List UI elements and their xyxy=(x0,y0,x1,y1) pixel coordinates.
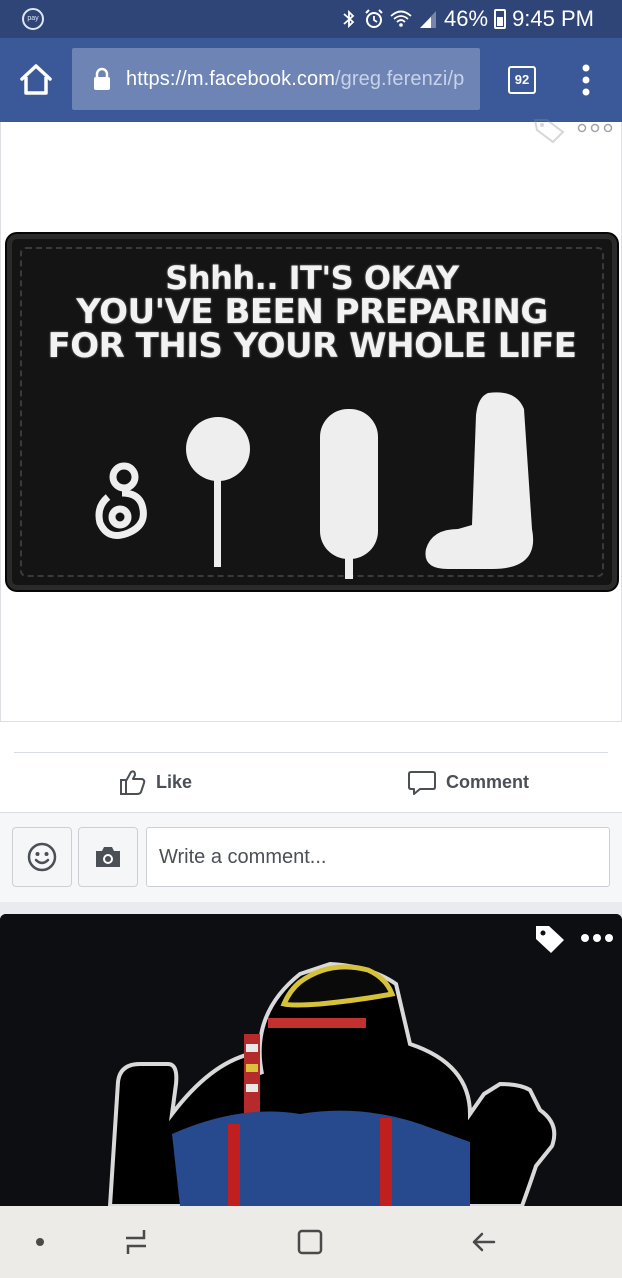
post-card: Shhh.. IT'S OKAY YOU'VE BEEN PREPARING F… xyxy=(0,119,622,812)
address-bar[interactable]: https://m.facebook.com/greg.ferenzi/p xyxy=(72,48,480,110)
post-card-2[interactable] xyxy=(0,914,622,1206)
patch-line-2: YOU'VE BEEN PREPARING xyxy=(76,292,548,332)
back-arrow-icon[interactable] xyxy=(466,1224,502,1260)
url-host: https://m.facebook.com xyxy=(126,67,335,90)
camera-icon xyxy=(96,847,120,867)
navigation-bar xyxy=(0,1206,622,1278)
horizontal-dots-icon[interactable] xyxy=(580,932,614,944)
recent-apps-icon[interactable] xyxy=(118,1224,154,1260)
home-button-icon[interactable] xyxy=(292,1224,328,1260)
home-icon[interactable] xyxy=(16,60,56,100)
url-path: /greg.ferenzi/p xyxy=(334,67,465,90)
tag-icon[interactable] xyxy=(534,924,566,954)
smiley-icon xyxy=(27,842,57,872)
pacifier-shape xyxy=(95,462,147,539)
tag-icon[interactable] xyxy=(533,116,565,144)
patch-line-3: FOR THIS YOUR WHOLE LIFE xyxy=(47,326,577,366)
like-button[interactable]: Like xyxy=(118,762,192,802)
bluetooth-icon xyxy=(343,9,355,29)
screen: pay 46% 9:45 PM https://m.facebook.com/g… xyxy=(0,0,622,1278)
camera-button[interactable] xyxy=(78,827,138,887)
clock: 9:45 PM xyxy=(512,6,594,31)
like-label: Like xyxy=(156,771,193,792)
url-text: https://m.facebook.com/greg.ferenzi/p xyxy=(126,68,464,91)
comment-label: Comment xyxy=(446,771,530,792)
patch-line-1: Shhh.. IT'S OKAY xyxy=(165,259,459,297)
post-image[interactable]: Shhh.. IT'S OKAY YOU'VE BEEN PREPARING F… xyxy=(0,119,622,722)
comment-input[interactable] xyxy=(146,827,610,887)
tab-switcher-button[interactable]: 92 xyxy=(508,66,536,94)
vertical-dots-icon[interactable] xyxy=(576,62,596,98)
horizontal-dots-icon[interactable] xyxy=(577,122,613,134)
third-shape xyxy=(425,392,534,569)
patch-text: Shhh.. IT'S OKAY YOU'VE BEEN PREPARING F… xyxy=(12,261,612,363)
dot-indicator-icon[interactable] xyxy=(22,1224,58,1260)
emoji-button[interactable] xyxy=(12,827,72,887)
pirate-patch-image xyxy=(0,914,622,1206)
speech-bubble-icon xyxy=(408,771,436,795)
wifi-icon xyxy=(390,10,412,27)
comment-composer xyxy=(0,812,622,902)
status-icons: 46% 9:45 PM xyxy=(340,6,594,32)
actions-divider xyxy=(14,752,608,753)
battery-icon xyxy=(494,9,507,29)
pay-icon: pay xyxy=(22,8,44,30)
thumbs-up-icon xyxy=(120,770,146,795)
embroidered-patch: Shhh.. IT'S OKAY YOU'VE BEEN PREPARING F… xyxy=(7,234,617,590)
comment-button[interactable]: Comment xyxy=(408,762,529,802)
patch-illustration xyxy=(95,392,534,579)
battery-percent: 46% xyxy=(444,6,489,31)
status-bar: pay 46% 9:45 PM xyxy=(0,0,622,38)
signal-icon xyxy=(420,11,437,28)
popsicle-shape xyxy=(320,409,378,579)
lollipop-shape xyxy=(186,417,250,567)
browser-toolbar: https://m.facebook.com/greg.ferenzi/p 92 xyxy=(0,38,622,122)
alarm-icon xyxy=(365,9,383,28)
lock-icon xyxy=(94,67,110,90)
